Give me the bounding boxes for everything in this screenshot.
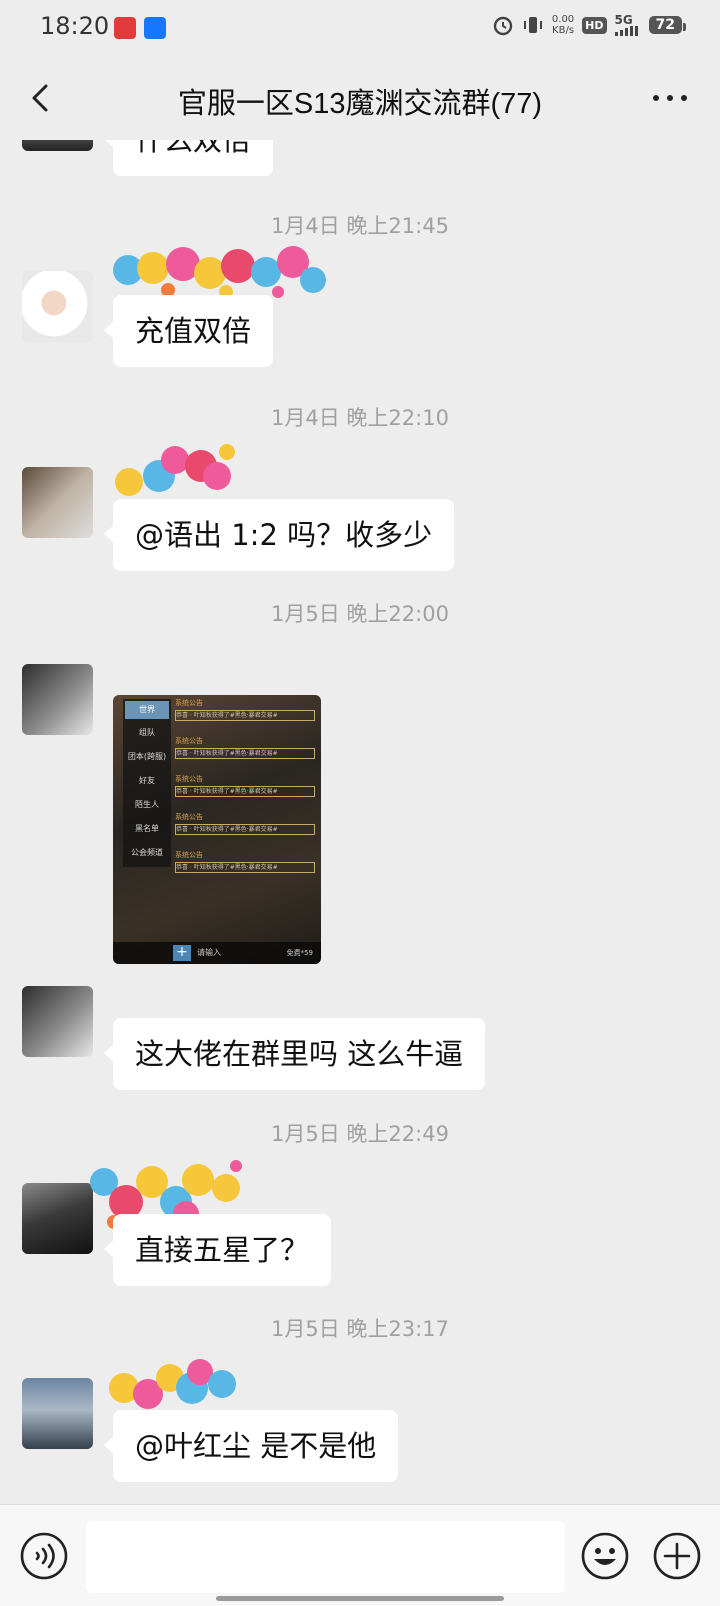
net-speed: 0.00 KB/s <box>551 14 575 36</box>
avatar[interactable] <box>22 467 93 538</box>
input-bar <box>0 1504 720 1606</box>
alarm-icon <box>493 16 513 36</box>
game-input-bar: + 请输入 免费*59 <box>113 942 321 964</box>
message-bubble[interactable]: @语出 1:2 吗？收多少 <box>103 499 455 571</box>
sticker-decoration <box>109 1359 236 1409</box>
message-bubble[interactable]: @叶红尘 是不是他 <box>103 1410 399 1482</box>
sticker-decoration <box>115 444 235 496</box>
message-input[interactable] <box>86 1521 565 1593</box>
message-timestamp: 1月5日 晚上22:49 <box>271 1122 449 1146</box>
status-time: 18:20 <box>40 12 110 40</box>
avatar[interactable] <box>22 986 93 1057</box>
home-indicator[interactable] <box>216 1596 504 1601</box>
signal-icon: 5G <box>614 14 641 36</box>
game-channel-tabs: 世界 组队 团本(跨服) 好友 陌生人 黑名单 公会频道 <box>123 699 171 867</box>
hd-badge: HD <box>582 16 607 34</box>
avatar[interactable] <box>22 1378 93 1449</box>
message-list[interactable]: 什么双倍 1月4日 晚上21:45 充值双倍 1月4日 晚上22:10 @语出 … <box>0 140 720 1504</box>
battery-indicator: 72 <box>648 16 687 34</box>
voice-icon[interactable] <box>19 1531 69 1581</box>
chat-title: 官服一区S13魔渊交流群(77) <box>177 88 543 120</box>
message-timestamp: 1月5日 晚上23:17 <box>271 1317 449 1341</box>
emoji-icon[interactable] <box>580 1531 630 1581</box>
avatar[interactable] <box>22 664 93 735</box>
game-system-announcements: 系统公告 恭喜 · 叶知秋获得了#黑色·暴君交易# 系统公告 恭喜 · 叶知秋获… <box>175 699 315 883</box>
alipay-icon <box>144 17 166 39</box>
message-timestamp: 1月5日 晚上22:00 <box>271 602 449 626</box>
message-bubble[interactable]: 这大佬在群里吗 这么牛逼 <box>103 1018 486 1090</box>
avatar[interactable] <box>22 271 93 342</box>
plus-icon[interactable] <box>652 1531 702 1581</box>
status-bar: 18:20 0.00 KB/s HD 5G 72 <box>0 0 720 56</box>
vibrate-icon <box>523 17 542 33</box>
message-bubble[interactable]: 什么双倍 <box>103 140 274 176</box>
news-app-icon <box>114 17 136 39</box>
chat-header: 官服一区S13魔渊交流群(77) <box>0 56 720 140</box>
image-message[interactable]: 世界 组队 团本(跨服) 好友 陌生人 黑名单 公会频道 系统公告 恭喜 · 叶… <box>113 695 321 964</box>
message-timestamp: 1月4日 晚上21:45 <box>271 214 449 238</box>
message-bubble[interactable]: 充值双倍 <box>103 295 274 367</box>
more-dots-icon[interactable] <box>648 78 692 118</box>
message-bubble[interactable]: 直接五星了？ <box>103 1214 332 1286</box>
message-timestamp: 1月4日 晚上22:10 <box>271 406 449 430</box>
avatar[interactable] <box>22 140 93 151</box>
avatar[interactable] <box>22 1183 93 1254</box>
